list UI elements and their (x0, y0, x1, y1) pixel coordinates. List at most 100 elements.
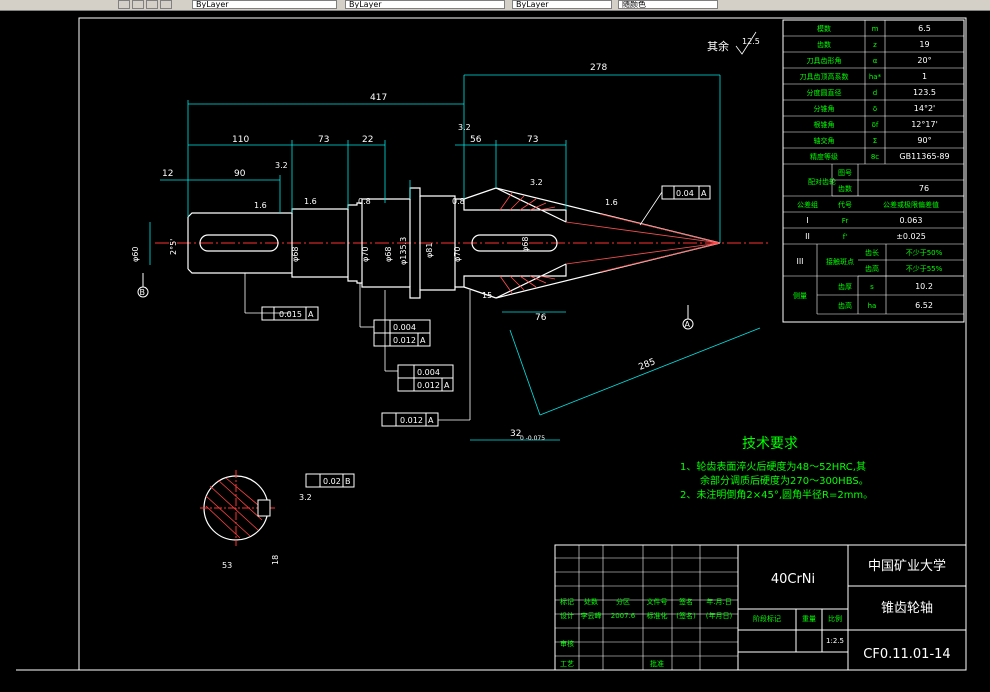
param-name: 分度圆直径 (807, 88, 842, 97)
dia-70b: φ70 (453, 247, 462, 262)
part-name: 锥齿轮轴 (881, 601, 933, 616)
contact-key: 齿高 (865, 264, 879, 273)
param-symbol: d (873, 89, 877, 97)
toolbar-icon-button[interactable] (118, 0, 130, 9)
param-value: 19 (919, 40, 929, 49)
roughness-16b: 1.6 (304, 197, 317, 206)
tolerance-frame-6: 0.02 B (305, 473, 355, 488)
dim-110: 110 (232, 135, 249, 145)
svg-text:A: A (420, 336, 426, 345)
title-block-value: (签名) (676, 611, 696, 620)
group-header: 公差组 (797, 200, 818, 209)
svg-text:B: B (140, 288, 146, 297)
param-value: 12°17' (911, 120, 938, 129)
svg-text:0.012: 0.012 (417, 381, 440, 390)
param-name: 刀具齿形角 (807, 56, 842, 65)
param-name: 刀具齿顶高系数 (800, 72, 849, 81)
section-view: 53 18 3.2 (200, 470, 312, 570)
tolerance-frame-5: 0.012 A (381, 412, 439, 427)
tech-line-3: 2、未注明倒角2×45°,圆角半径R=2mm。 (680, 488, 873, 501)
param-symbol: δf (872, 121, 879, 129)
param-name: 模数 (817, 24, 831, 33)
drawing-canvas[interactable]: 417 278 110 73 22 56 73 12 90 76 285 32 … (0, 10, 990, 688)
measure-value: 10.2 (915, 282, 933, 291)
toolbar-icon-button[interactable] (146, 0, 158, 9)
group-symbol: Fr (842, 217, 849, 225)
gear-params-table: 模数 m 6.5 齿数 z 19 刀具齿形角 α 20° 刀具齿顶高系数 ha* 1 分度圆直径 d 123… (782, 19, 965, 323)
param-symbol: δ (873, 105, 877, 113)
color-combo[interactable]: 随颜色 (618, 0, 718, 9)
param-name: 精度等级 (810, 152, 838, 161)
param-name: 轴交角 (814, 136, 835, 145)
title-block-label: 分区 (616, 597, 630, 606)
dim-22: 22 (362, 135, 373, 145)
contact-value: 不少于55% (906, 265, 943, 273)
title-block-value: 标准化 (647, 611, 668, 620)
title-block-value: (年月日) (706, 611, 733, 620)
dim-76: 76 (535, 313, 547, 323)
school-name: 中国矿业大学 (868, 558, 946, 574)
param-value: 20° (917, 56, 931, 65)
tolerance-frame-4: 0.004 0.012 A (397, 364, 454, 392)
param-value: 123.5 (913, 88, 936, 97)
svg-text:A: A (701, 189, 707, 198)
tolerance-frame-3: 0.004 0.012 A (373, 319, 431, 347)
scale-value: 1:2.5 (826, 637, 844, 645)
roughness-08a: 0.8 (358, 197, 371, 206)
lineweight-combo[interactable]: ByLayer (512, 0, 612, 9)
param-value: 14°2' (914, 104, 935, 113)
title-block-value: 李云峰 (581, 611, 602, 620)
svg-text:0.02: 0.02 (323, 477, 341, 486)
dim-73b: 73 (527, 135, 538, 145)
material-label: 40CrNi (771, 572, 815, 587)
title-block-label: 签名 (679, 597, 693, 606)
layer-combo[interactable]: ByLayer (192, 0, 337, 9)
param-name: 齿数 (817, 40, 831, 49)
param-name: 根锥角 (814, 120, 835, 129)
group-value: ±0.025 (896, 232, 926, 241)
dim-15: 15 (482, 291, 492, 300)
dim-overall-length: 417 (370, 93, 387, 103)
svg-text:0.004: 0.004 (417, 368, 440, 377)
svg-text:A: A (428, 416, 434, 425)
roughness-32b: 3.2 (458, 123, 471, 132)
svg-text:0.04: 0.04 (676, 189, 694, 198)
measure-symbol: s (870, 283, 874, 291)
dia-68-gear: φ68 (521, 237, 530, 252)
roughness-note: 其余 (707, 39, 729, 53)
dia-135: φ135.3 (399, 237, 408, 265)
group-id: I (806, 216, 808, 225)
toolbar-icon-button[interactable] (160, 0, 172, 9)
param-symbol: ha* (869, 73, 882, 81)
contact-value: 不少于50% (906, 249, 943, 257)
param-symbol: α (873, 57, 878, 65)
title-block-label: 审核 (560, 639, 574, 648)
svg-text:0.012: 0.012 (393, 336, 416, 345)
title-block-label: 阶段标记 (753, 614, 781, 623)
measure-key: 齿厚 (838, 283, 852, 291)
title-block-label: 处数 (584, 597, 598, 606)
dia-68: φ68 (291, 247, 300, 262)
params-table-frame (782, 19, 965, 323)
param-symbol: 8c (871, 153, 879, 161)
svg-text:A: A (444, 381, 450, 390)
contact-label: 接触斑点 (826, 257, 854, 266)
dia-81: φ81 (425, 243, 434, 258)
tech-line-1: 1、轮齿表面淬火后硬度为48～52HRC,其 (680, 460, 866, 473)
roughness-32a: 3.2 (275, 161, 288, 170)
dia-68-b: φ68 (384, 247, 393, 262)
section-depth-dim: 18 (271, 555, 280, 565)
measure-key: 齿高 (838, 301, 852, 310)
linetype-combo[interactable]: ByLayer (345, 0, 505, 9)
toolbar-icon-button[interactable] (132, 0, 144, 9)
roughness-08b: 0.8 (452, 197, 465, 206)
angle-dim: 2°5' (169, 239, 178, 255)
title-block-label: 批准 (650, 659, 664, 668)
mate-key: 齿数 (838, 184, 852, 193)
roughness-16a: 1.6 (254, 201, 267, 210)
title-block-value: 设计 (560, 611, 574, 620)
param-symbol: z (873, 41, 877, 49)
tech-requirements-title: 技术要求 (742, 436, 798, 452)
param-symbol: m (872, 25, 879, 33)
dim-32-tol: 0 -0.075 (520, 435, 545, 442)
